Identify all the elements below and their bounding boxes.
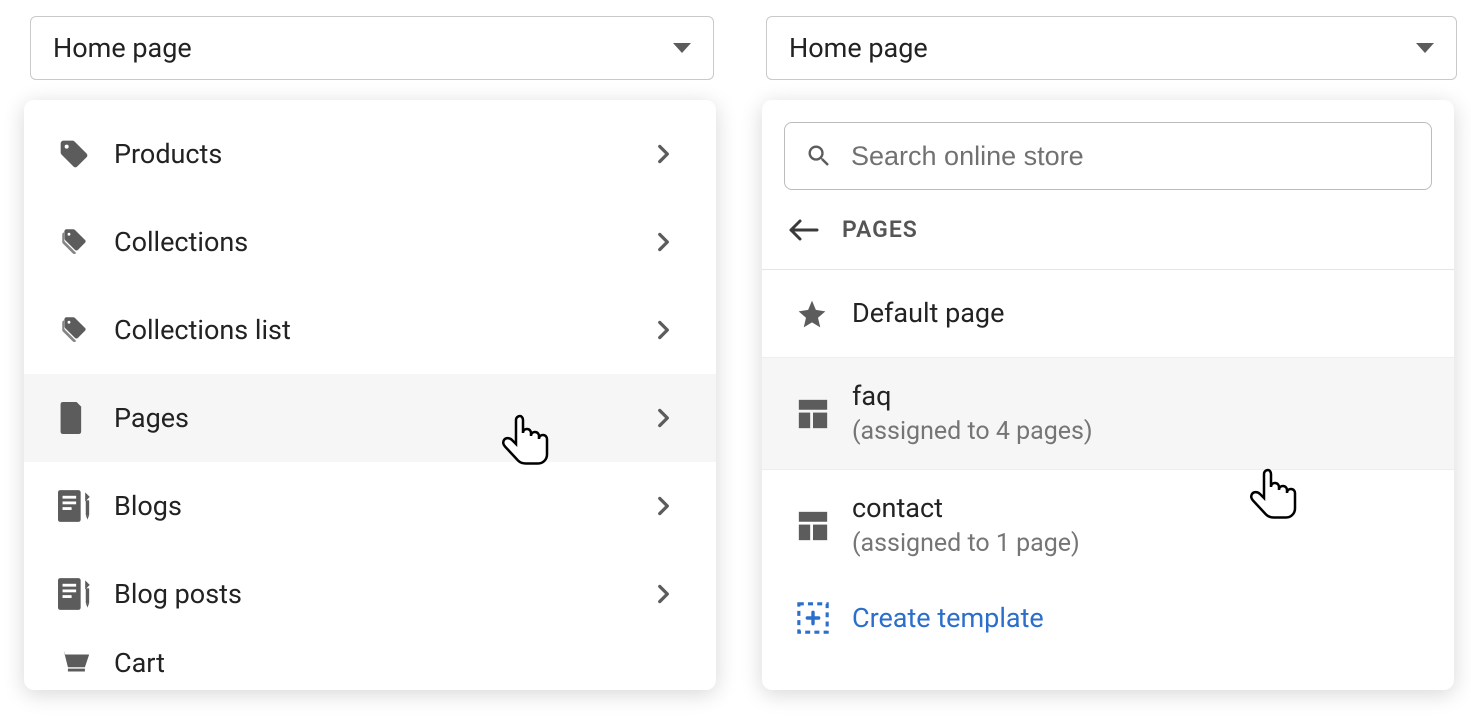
caret-down-icon [673, 43, 691, 53]
category-item-blogs[interactable]: Blogs [24, 462, 716, 550]
tags-icon [58, 313, 96, 347]
create-template-label: Create template [852, 602, 1044, 634]
template-title: faq [852, 379, 1093, 414]
category-list: Products Collections Collections list [24, 100, 716, 688]
dropdown-label: Home page [789, 32, 928, 64]
category-label: Blogs [114, 490, 650, 522]
template-icon [796, 397, 834, 431]
star-icon [796, 298, 834, 330]
category-label: Products [114, 138, 650, 170]
templates-popover: PAGES Default page faq (assigned to 4 pa… [762, 100, 1454, 690]
template-subtitle: (assigned to 4 pages) [852, 416, 1093, 449]
category-item-products[interactable]: Products [24, 110, 716, 198]
cart-icon [58, 648, 96, 678]
template-item-default[interactable]: Default page [762, 270, 1454, 358]
template-title: contact [852, 491, 1080, 526]
create-template-icon [796, 601, 834, 635]
tag-icon [58, 138, 96, 170]
back-title: PAGES [842, 216, 918, 243]
chevron-right-icon [650, 317, 676, 343]
search-icon [805, 142, 833, 170]
category-item-pages[interactable]: Pages [24, 374, 716, 462]
left-panel: Home page Products Collections [0, 0, 732, 80]
category-label: Cart [114, 647, 682, 679]
template-item-faq[interactable]: faq (assigned to 4 pages) [762, 358, 1454, 470]
category-item-collections-list[interactable]: Collections list [24, 286, 716, 374]
category-label: Pages [114, 402, 650, 434]
category-item-collections[interactable]: Collections [24, 198, 716, 286]
template-picker-dropdown[interactable]: Home page [766, 16, 1457, 80]
chevron-right-icon [650, 229, 676, 255]
chevron-right-icon [650, 141, 676, 167]
category-item-cart[interactable]: Cart [24, 638, 716, 688]
template-subtitle: (assigned to 1 page) [852, 528, 1080, 561]
dropdown-label: Home page [53, 32, 192, 64]
blog-post-icon [58, 578, 96, 610]
tags-icon [58, 225, 96, 259]
back-header: PAGES [762, 190, 1454, 270]
chevron-right-icon [650, 493, 676, 519]
search-field[interactable] [784, 122, 1432, 190]
chevron-right-icon [650, 581, 676, 607]
blog-icon [58, 490, 96, 522]
chevron-right-icon [650, 405, 676, 431]
search-wrap [762, 100, 1454, 190]
template-categories-popover: Products Collections Collections list [24, 100, 716, 690]
create-template-button[interactable]: Create template [762, 582, 1454, 654]
category-label: Collections list [114, 314, 650, 346]
page-icon [58, 402, 96, 434]
template-icon [796, 509, 834, 543]
back-arrow-icon[interactable] [788, 218, 820, 242]
template-item-contact[interactable]: contact (assigned to 1 page) [762, 470, 1454, 582]
template-title: Default page [852, 296, 1004, 331]
caret-down-icon [1416, 43, 1434, 53]
category-label: Collections [114, 226, 650, 258]
category-item-blog-posts[interactable]: Blog posts [24, 550, 716, 638]
template-picker-dropdown[interactable]: Home page [30, 16, 714, 80]
category-label: Blog posts [114, 578, 650, 610]
right-panel: Home page PAGES Default page [752, 0, 1471, 80]
search-input[interactable] [851, 141, 1411, 172]
